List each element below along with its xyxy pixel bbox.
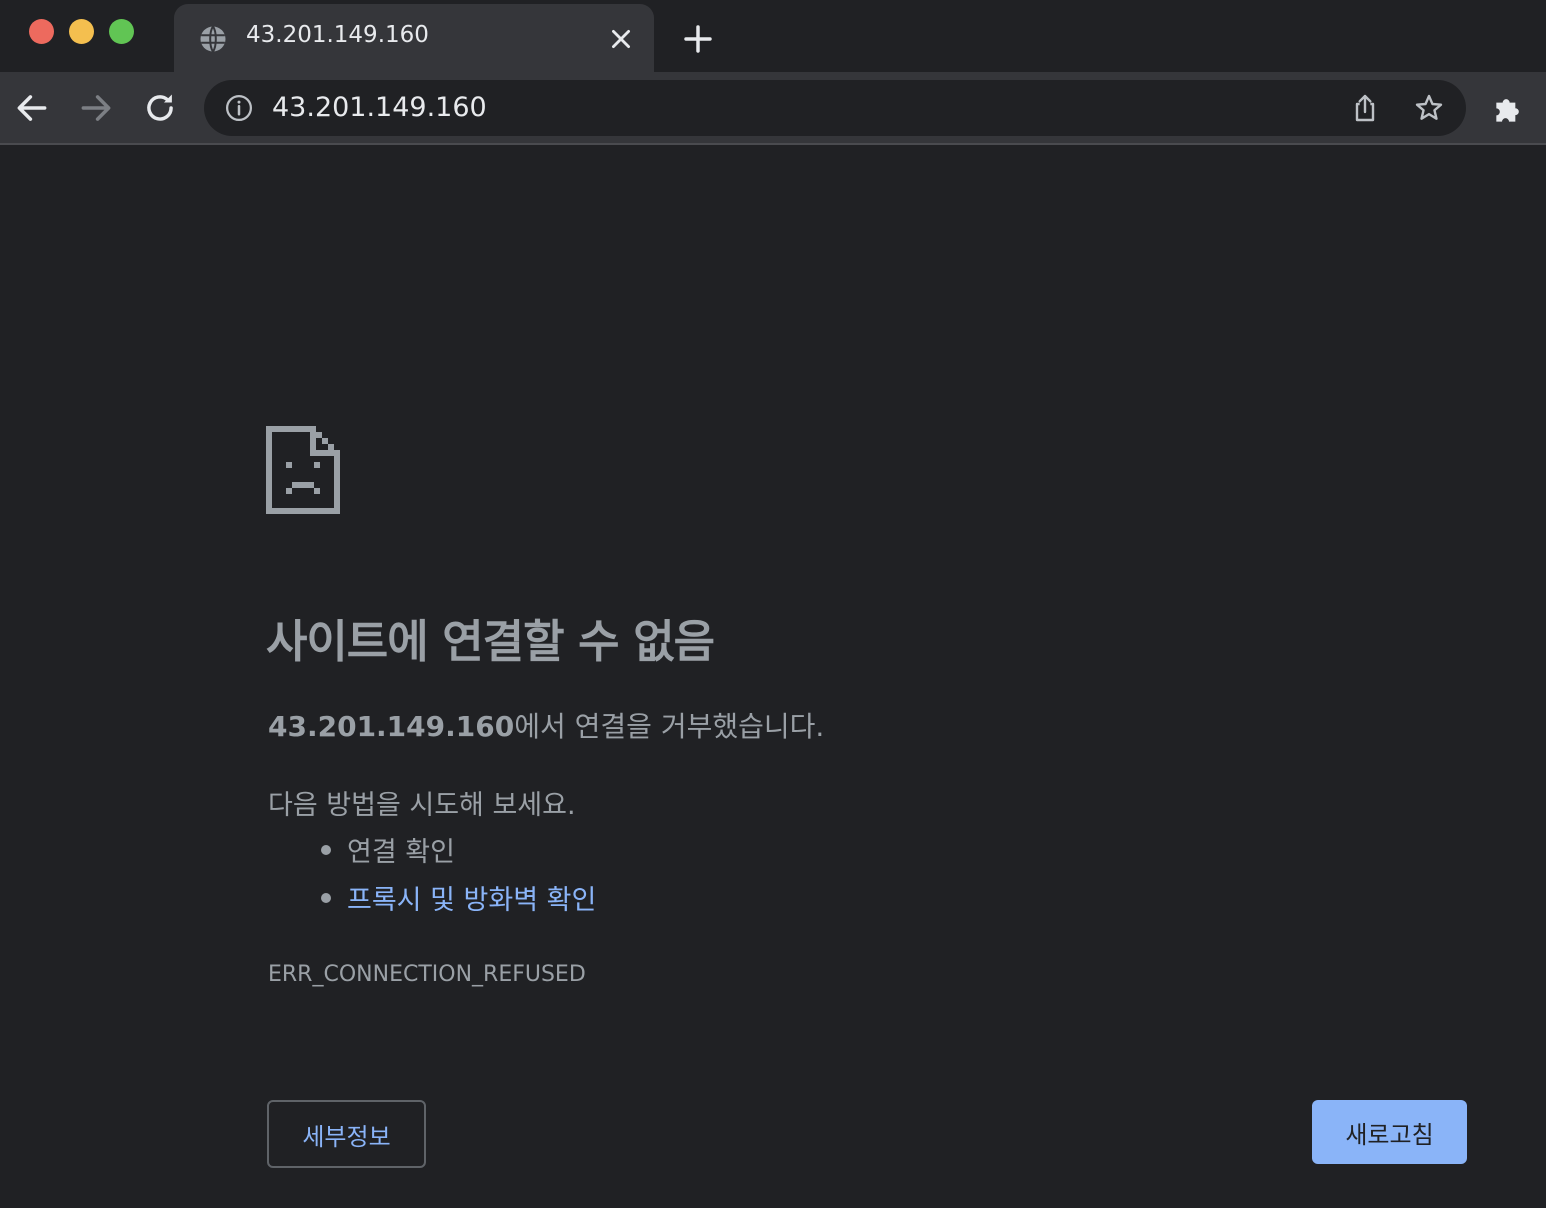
globe-icon <box>200 25 226 53</box>
suggestion-check-connection: 연결 확인 <box>318 830 596 878</box>
window-minimize-button[interactable] <box>69 19 94 44</box>
sad-page-icon <box>266 426 340 514</box>
window-maximize-button[interactable] <box>109 19 134 44</box>
info-icon[interactable] <box>224 93 254 123</box>
browser-toolbar: 43.201.149.160 <box>0 72 1546 145</box>
details-button[interactable]: 세부정보 <box>267 1100 426 1168</box>
tab-title: 43.201.149.160 <box>246 22 429 48</box>
error-page: 사이트에 연결할 수 없음 43.201.149.160에서 연결을 거부했습니… <box>0 147 1546 1208</box>
arrow-right-icon[interactable] <box>77 89 115 127</box>
error-summary: 43.201.149.160에서 연결을 거부했습니다. <box>268 705 824 745</box>
error-code: ERR_CONNECTION_REFUSED <box>268 962 586 987</box>
suggestions-list: 연결 확인 프록시 및 방화벽 확인 <box>318 830 596 926</box>
star-icon[interactable] <box>1413 92 1445 124</box>
close-icon[interactable] <box>608 26 634 52</box>
window-close-button[interactable] <box>29 19 54 44</box>
puzzle-icon[interactable] <box>1490 90 1528 128</box>
suggestions-heading: 다음 방법을 시도해 보세요. <box>268 790 576 821</box>
url-text[interactable]: 43.201.149.160 <box>272 92 487 123</box>
reload-button[interactable]: 새로고침 <box>1312 1100 1467 1164</box>
error-host: 43.201.149.160 <box>268 710 515 743</box>
plus-icon[interactable] <box>682 23 714 55</box>
reload-icon[interactable] <box>141 89 179 127</box>
error-title: 사이트에 연결할 수 없음 <box>266 615 715 668</box>
share-icon[interactable] <box>1349 92 1381 124</box>
address-bar[interactable]: 43.201.149.160 <box>204 80 1466 136</box>
browser-tab[interactable]: 43.201.149.160 <box>174 4 654 72</box>
arrow-left-icon[interactable] <box>13 89 51 127</box>
suggestion-check-proxy-firewall-link[interactable]: 프록시 및 방화벽 확인 <box>318 878 596 926</box>
error-summary-text: 에서 연결을 거부했습니다. <box>514 710 825 743</box>
title-bar: 43.201.149.160 <box>0 0 1546 72</box>
